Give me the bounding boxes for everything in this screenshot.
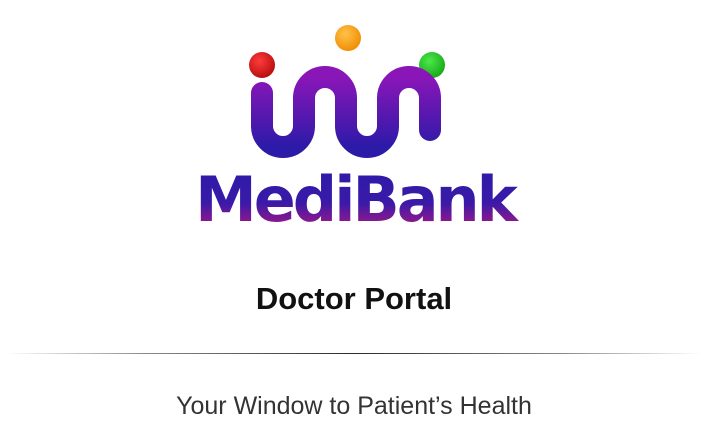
tagline: Your Window to Patient’s Health <box>176 392 532 420</box>
logo-wave-shape <box>251 66 441 158</box>
page-title: Doctor Portal <box>255 281 453 316</box>
logo-dot-red <box>249 52 275 78</box>
logo-dot-orange <box>335 25 361 51</box>
medibank-logo-graphic: MediBank <box>195 25 523 234</box>
brand-wordmark: MediBank <box>195 163 520 234</box>
section-divider <box>6 353 702 354</box>
doctor-portal-splash: MediBank Doctor Portal Your Window to Pa… <box>0 0 708 423</box>
medibank-logo: MediBank <box>185 18 525 234</box>
